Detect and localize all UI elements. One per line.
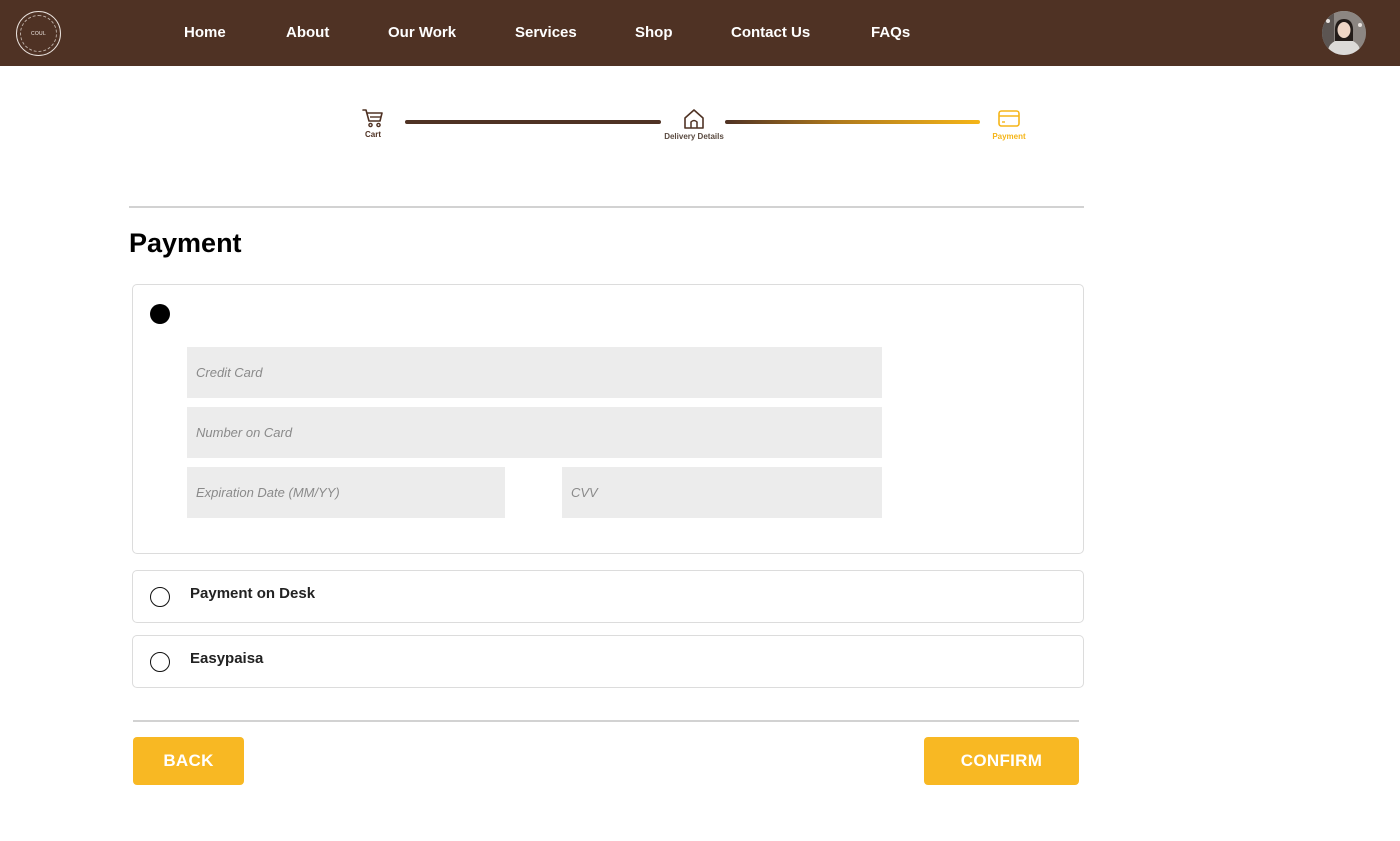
easypaisa-radio[interactable] xyxy=(150,652,170,672)
checkout-stepper: Cart Delivery Details Payment xyxy=(0,100,1400,150)
credit-card-type-input[interactable] xyxy=(187,347,882,398)
section-divider-bottom xyxy=(133,720,1079,722)
step-delivery-details[interactable]: Delivery Details xyxy=(659,108,729,141)
credit-card-icon xyxy=(998,110,1020,127)
nav-link-contact-us[interactable]: Contact Us xyxy=(731,24,810,41)
avatar-image xyxy=(1322,11,1366,55)
stepper-line-delivery-payment xyxy=(725,120,980,124)
logo-text: COUL xyxy=(30,30,47,37)
step-label-payment: Payment xyxy=(992,132,1026,141)
nav-link-faqs[interactable]: FAQs xyxy=(871,24,910,41)
nav-link-home[interactable]: Home xyxy=(184,24,226,41)
easypaisa-option[interactable]: Easypaisa xyxy=(132,635,1084,688)
back-button[interactable]: BACK xyxy=(133,737,244,785)
easypaisa-label: Easypaisa xyxy=(190,650,264,667)
nav-link-services[interactable]: Services xyxy=(515,24,577,41)
top-navbar: COUL Home About Our Work Services Shop C… xyxy=(0,0,1400,66)
confirm-button[interactable]: CONFIRM xyxy=(924,737,1079,785)
cart-icon xyxy=(362,109,383,128)
cvv-input[interactable] xyxy=(562,467,882,518)
step-cart[interactable]: Cart xyxy=(358,108,388,139)
credit-card-option xyxy=(132,284,1084,554)
step-payment[interactable]: Payment xyxy=(987,108,1031,141)
step-label-delivery-details: Delivery Details xyxy=(664,132,724,141)
home-icon xyxy=(684,109,704,129)
section-divider-top xyxy=(129,206,1084,208)
nav-link-our-work[interactable]: Our Work xyxy=(388,24,456,41)
card-number-input[interactable] xyxy=(187,407,882,458)
nav-link-about[interactable]: About xyxy=(286,24,329,41)
credit-card-radio[interactable] xyxy=(150,304,170,324)
stepper-line-cart-delivery xyxy=(405,120,661,124)
payment-on-desk-label: Payment on Desk xyxy=(190,585,316,602)
payment-on-desk-option[interactable]: Payment on Desk xyxy=(132,570,1084,623)
payment-on-desk-radio[interactable] xyxy=(150,587,170,607)
page-title: Payment xyxy=(129,228,242,258)
brand-logo[interactable]: COUL xyxy=(16,11,61,56)
expiration-date-input[interactable] xyxy=(187,467,505,518)
step-label-cart: Cart xyxy=(364,130,381,139)
nav-link-shop[interactable]: Shop xyxy=(635,24,673,41)
user-avatar[interactable] xyxy=(1322,11,1366,55)
